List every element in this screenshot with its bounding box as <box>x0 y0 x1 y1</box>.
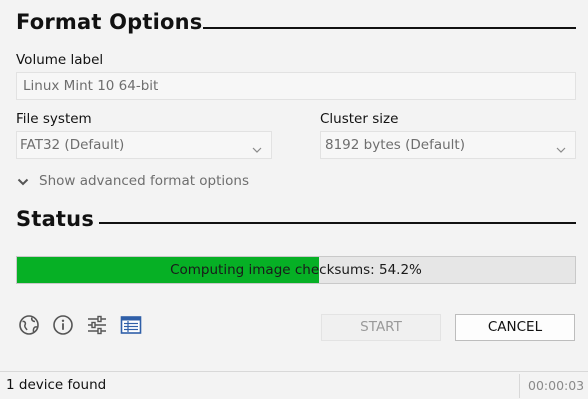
status-title: Status <box>16 207 95 231</box>
format-options-divider <box>203 27 576 29</box>
file-system-value: FAT32 (Default) <box>20 137 125 153</box>
device-count-text: 1 device found <box>6 377 107 393</box>
cluster-size-select[interactable]: 8192 bytes (Default) <box>320 131 576 159</box>
globe-icon[interactable] <box>18 314 40 336</box>
cancel-button[interactable]: CANCEL <box>455 314 575 341</box>
cluster-size-caption: Cluster size <box>320 111 399 127</box>
volume-label-input[interactable]: Linux Mint 10 64-bit <box>16 72 576 100</box>
volume-label-caption: Volume label <box>16 52 104 68</box>
start-button[interactable]: START <box>321 314 441 341</box>
cluster-size-value: 8192 bytes (Default) <box>325 137 465 153</box>
advanced-options-label: Show advanced format options <box>39 173 250 189</box>
info-icon[interactable] <box>52 314 74 336</box>
chevron-down-icon <box>251 139 263 165</box>
status-bar-separator <box>519 374 520 398</box>
file-system-select[interactable]: FAT32 (Default) <box>16 131 272 159</box>
log-icon[interactable] <box>120 314 142 336</box>
elapsed-timer: 00:00:03 <box>528 378 585 393</box>
progress-text: Computing image checksums: 54.2% <box>170 262 422 278</box>
settings-sliders-icon[interactable] <box>86 314 108 336</box>
status-bar: 1 device found 00:00:03 <box>0 371 588 399</box>
chevron-down-icon <box>555 139 567 165</box>
status-divider <box>99 222 576 224</box>
format-options-title: Format Options <box>16 10 203 34</box>
chevron-down-icon <box>16 174 30 193</box>
file-system-caption: File system <box>16 111 92 127</box>
progress-bar: Computing image checksums: 54.2% <box>16 256 576 284</box>
